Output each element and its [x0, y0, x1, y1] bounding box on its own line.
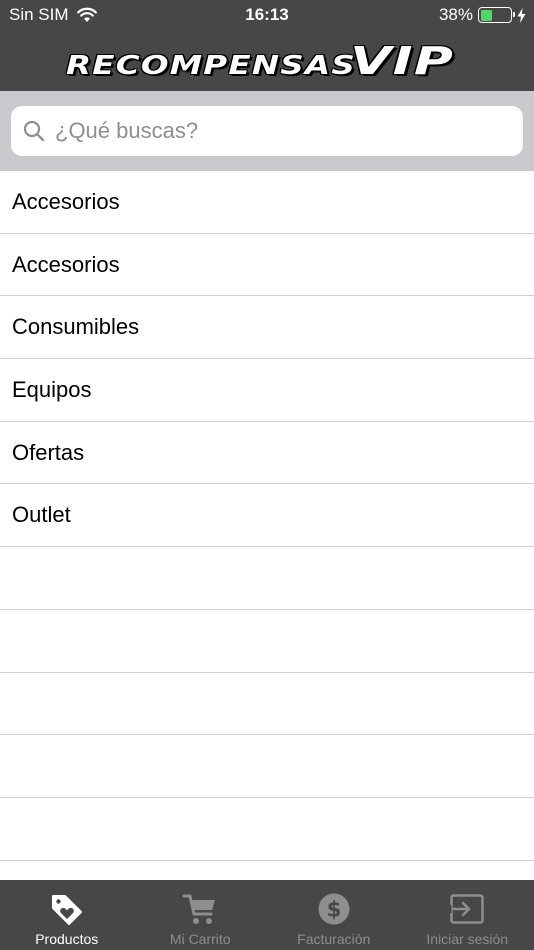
battery-icon	[478, 7, 515, 23]
empty-row	[0, 735, 534, 798]
empty-row	[0, 798, 534, 861]
list-item-label: Outlet	[12, 502, 71, 528]
list-item[interactable]: Equipos	[0, 359, 534, 422]
login-icon	[449, 890, 485, 928]
tab-mi-carrito[interactable]: Mi Carrito	[134, 880, 268, 950]
cart-icon	[182, 890, 218, 928]
list-item[interactable]: Accesorios	[0, 234, 534, 297]
list-item[interactable]: Consumibles	[0, 296, 534, 360]
logo-word-recompensas: RECOMPENSAS	[65, 50, 356, 81]
svg-text:$: $	[326, 898, 341, 922]
logo-word-vip: VIP	[349, 38, 455, 83]
tab-label: Facturación	[297, 931, 371, 947]
tab-iniciar-sesion[interactable]: Iniciar sesión	[401, 880, 534, 950]
list-item-label: Consumibles	[12, 314, 140, 340]
top-bar: Sin SIM 16:13 38% RECOMPENSAS VIP	[0, 0, 534, 91]
list-item[interactable]: Accesorios	[0, 171, 534, 234]
charging-bolt-icon	[517, 7, 526, 23]
tab-label: Mi Carrito	[169, 931, 231, 947]
battery-fill	[480, 9, 492, 21]
empty-row	[0, 547, 534, 610]
list-item-label: Ofertas	[12, 439, 85, 465]
status-bar: Sin SIM 16:13 38%	[0, 0, 534, 30]
tab-label: Productos	[35, 931, 99, 947]
category-list: Accesorios Accesorios Consumibles Equipo…	[0, 171, 534, 861]
app-logo: RECOMPENSAS VIP	[66, 39, 453, 83]
search-icon	[23, 120, 45, 142]
search-input[interactable]	[55, 118, 495, 144]
tab-productos[interactable]: Productos	[0, 880, 134, 950]
dollar-circle-icon: $	[317, 890, 351, 928]
empty-row	[0, 610, 534, 673]
search-field[interactable]	[11, 106, 523, 156]
tab-bar: Productos Mi Carrito $ Facturación Inici…	[0, 880, 534, 950]
tag-heart-icon	[50, 890, 84, 928]
list-item[interactable]: Outlet	[0, 484, 534, 548]
tab-facturacion[interactable]: $ Facturación	[267, 880, 401, 950]
empty-row	[0, 673, 534, 736]
list-item[interactable]: Ofertas	[0, 422, 534, 485]
search-bar-container	[0, 91, 534, 171]
battery-percent: 38%	[438, 5, 473, 24]
list-item-label: Accesorios	[12, 188, 120, 214]
list-item-label: Equipos	[12, 376, 92, 402]
battery-info: 38%	[439, 5, 526, 25]
list-item-label: Accesorios	[12, 251, 120, 277]
nav-bar: RECOMPENSAS VIP	[0, 30, 534, 91]
tab-label: Iniciar sesión	[426, 931, 509, 947]
